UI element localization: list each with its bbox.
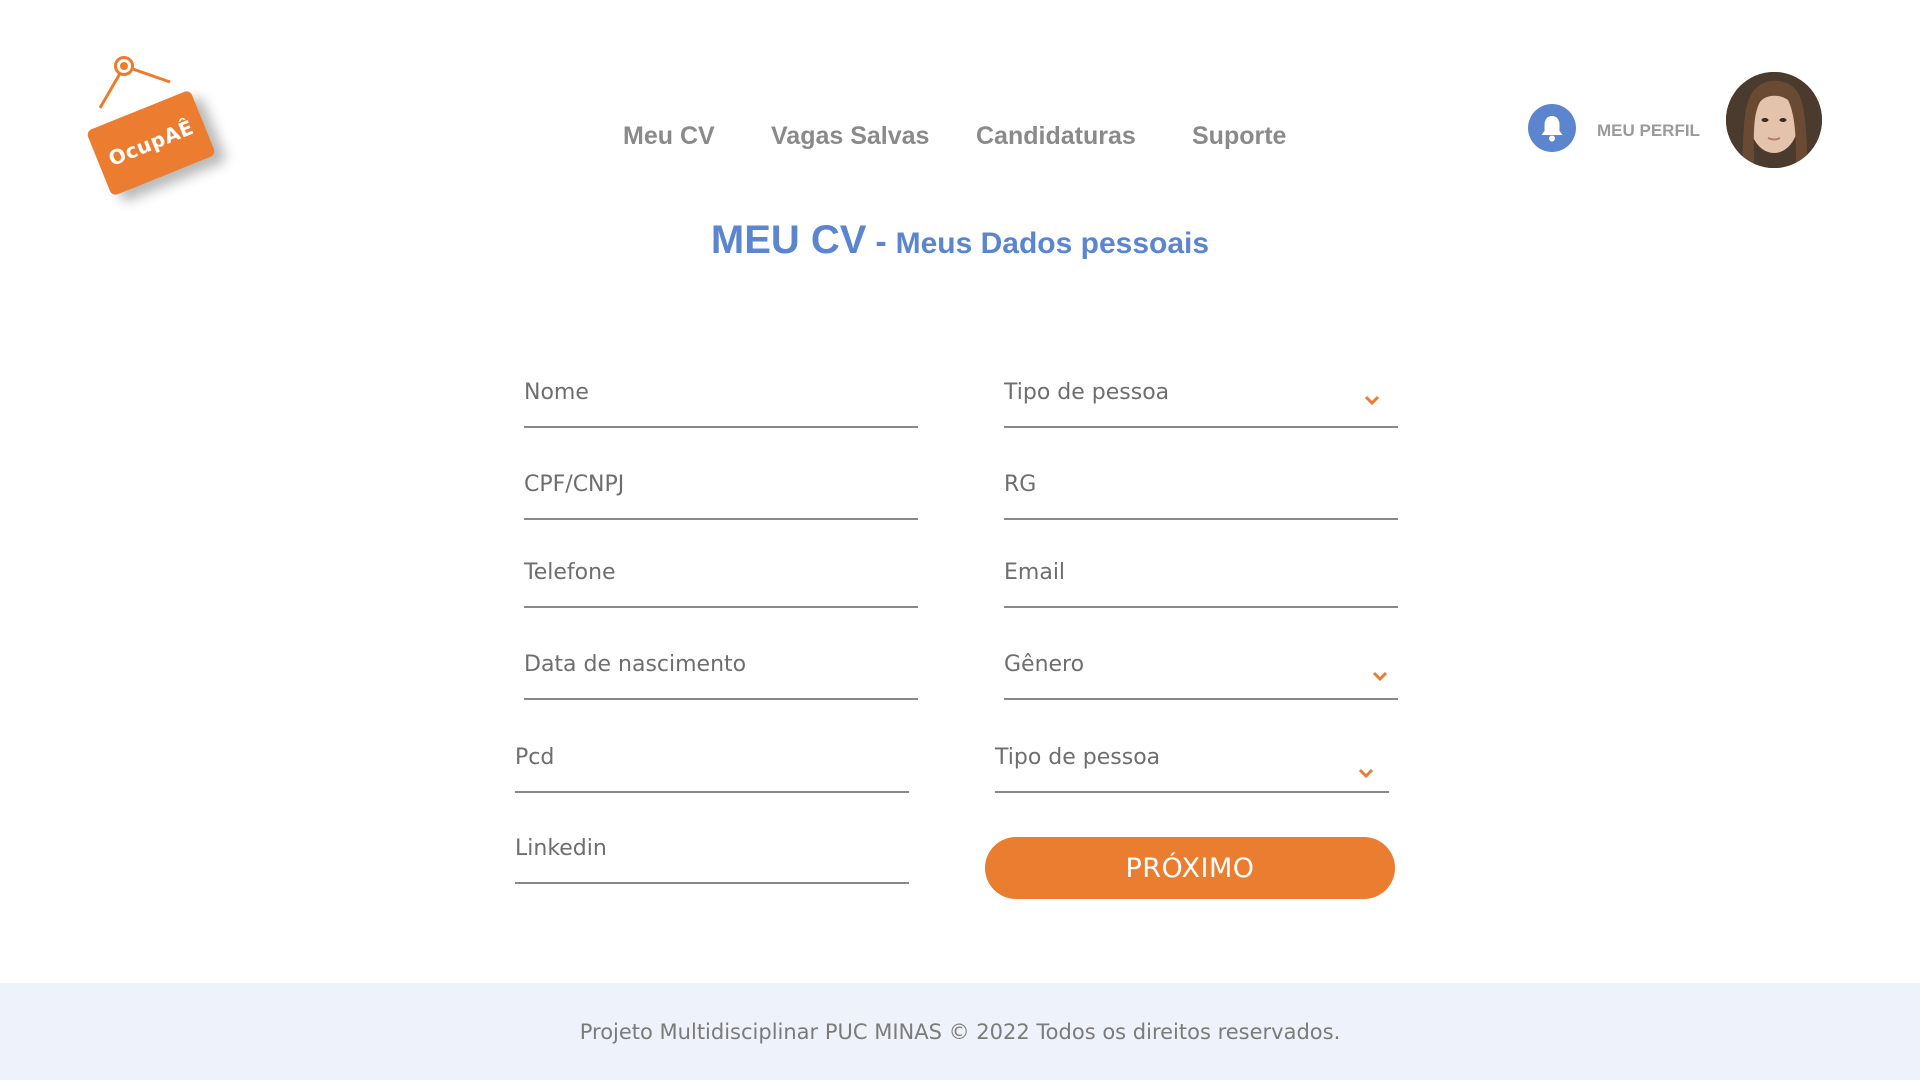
pcd-field-label: Pcd xyxy=(515,745,555,770)
page-title-subtitle: Meus Dados pessoais xyxy=(895,227,1210,260)
genero-select[interactable]: Gênero xyxy=(1004,650,1398,700)
tipo-pessoa-select-2[interactable]: Tipo de pessoa xyxy=(995,743,1389,793)
linkedin-field-label: Linkedin xyxy=(515,836,607,861)
rg-field-label: RG xyxy=(1004,472,1037,497)
nome-field-label: Nome xyxy=(524,380,589,405)
nav-candidaturas[interactable]: Candidaturas xyxy=(976,122,1136,151)
chevron-down-icon xyxy=(1372,671,1388,682)
email-field[interactable]: Email xyxy=(1004,558,1398,608)
tipo-pessoa-select-label: Tipo de pessoa xyxy=(1004,380,1170,405)
pcd-field[interactable]: Pcd xyxy=(515,743,909,793)
avatar[interactable] xyxy=(1726,72,1822,168)
footer: Projeto Multidisciplinar PUC MINAS © 202… xyxy=(0,983,1920,1080)
email-field-label: Email xyxy=(1004,560,1066,585)
page-title-main: MEU CV xyxy=(710,218,867,262)
data-nascimento-field-label: Data de nascimento xyxy=(524,652,747,677)
rg-field[interactable]: RG xyxy=(1004,470,1398,520)
notification-button[interactable] xyxy=(1528,104,1576,152)
nome-field[interactable]: Nome xyxy=(524,378,918,428)
footer-copyright: Projeto Multidisciplinar PUC MINAS © 202… xyxy=(579,1020,1341,1044)
chevron-down-icon xyxy=(1364,395,1380,406)
chevron-down-icon xyxy=(1358,768,1374,779)
page-title: MEU CV - Meus Dados pessoais xyxy=(0,218,1920,263)
bell-icon xyxy=(1541,116,1563,142)
user-photo-icon xyxy=(1726,72,1822,168)
cpf-cnpj-field-label: CPF/CNPJ xyxy=(524,472,625,497)
profile-link[interactable]: MEU PERFIL xyxy=(1597,121,1700,141)
telefone-field-label: Telefone xyxy=(524,560,616,585)
tipo-pessoa-select[interactable]: Tipo de pessoa xyxy=(1004,378,1398,428)
genero-select-label: Gênero xyxy=(1004,652,1085,677)
linkedin-field[interactable]: Linkedin xyxy=(515,834,909,884)
nav-vagas-salvas[interactable]: Vagas Salvas xyxy=(771,122,929,151)
next-button[interactable]: PRÓXIMO xyxy=(985,837,1395,899)
page-title-separator: - xyxy=(875,223,887,261)
nav-meu-cv[interactable]: Meu CV xyxy=(623,122,715,151)
cpf-cnpj-field[interactable]: CPF/CNPJ xyxy=(524,470,918,520)
nav-suporte[interactable]: Suporte xyxy=(1192,122,1286,151)
logo-ring xyxy=(114,56,134,76)
data-nascimento-field[interactable]: Data de nascimento xyxy=(524,650,918,700)
ocupae-logo[interactable]: OcupAÊ xyxy=(84,50,234,197)
telefone-field[interactable]: Telefone xyxy=(524,558,918,608)
tipo-pessoa-select-2-label: Tipo de pessoa xyxy=(995,745,1161,770)
